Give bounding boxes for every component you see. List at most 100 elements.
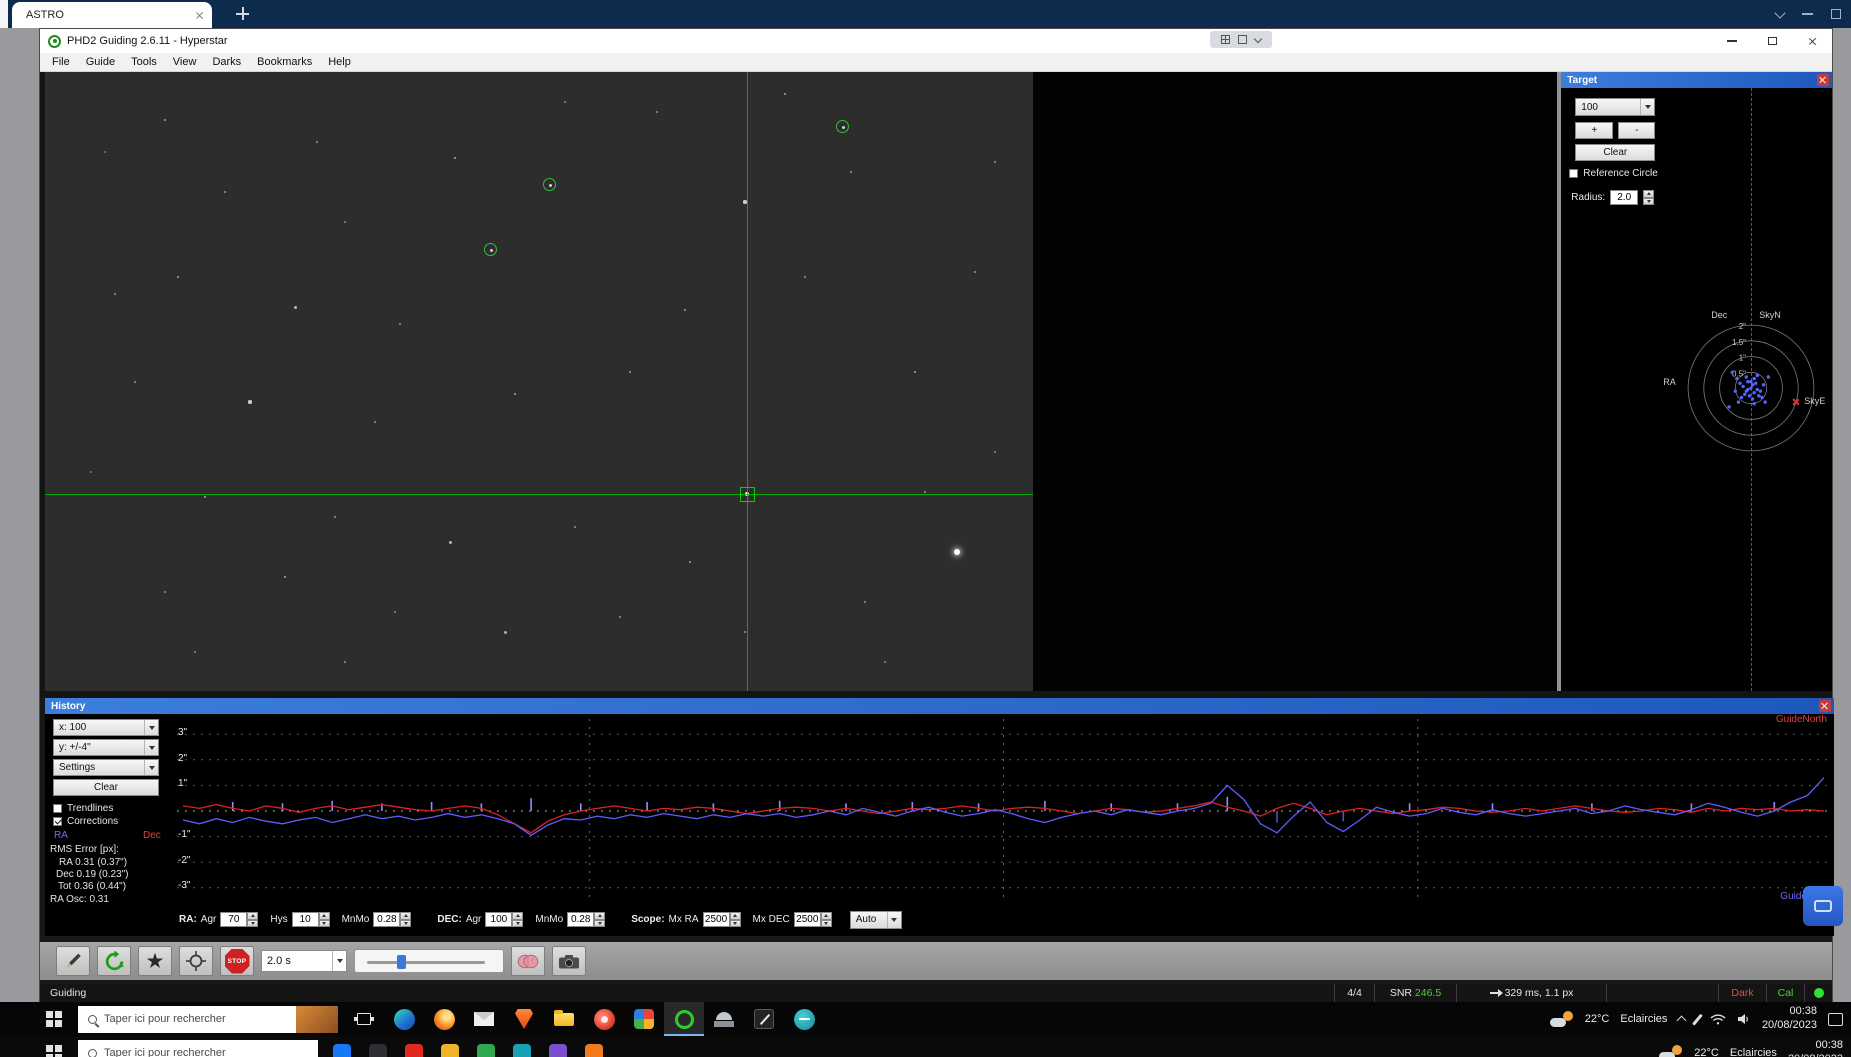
radius-spinner[interactable] [1643,190,1655,205]
target-zoom-in-button[interactable]: + [1575,122,1614,139]
mail-icon[interactable] [464,1002,504,1036]
phd2-titlebar: PHD2 Guiding 2.6.11 - Hyperstar [40,29,1832,53]
tabbar-minimize-icon[interactable] [1802,13,1813,15]
menu-help[interactable]: Help [320,56,359,68]
weather-temp[interactable]: 22°C [1585,1013,1610,1025]
gamma-slider[interactable] [354,949,504,973]
ytick-3: 3" [178,727,188,738]
target-pane-header[interactable]: Target [1561,72,1832,88]
exposure-select[interactable]: 2.0 s [261,950,347,972]
firefox-icon[interactable] [424,1002,464,1036]
menu-bookmarks[interactable]: Bookmarks [249,56,320,68]
notification-icon[interactable] [1828,1012,1843,1026]
graph-yscale-select[interactable]: y: +/-4" [53,739,159,756]
phd2-icon[interactable] [664,1002,704,1036]
guide-camera-view[interactable] [45,72,1033,691]
dec-series-label[interactable]: Dec [143,830,161,841]
speaker-icon[interactable] [1737,1013,1751,1025]
crosshair-horizontal [45,494,1033,495]
green-app-icon[interactable] [468,1036,504,1057]
new-tab-icon[interactable] [236,7,250,21]
guide-graph: 3" 2" 1" -1" -2" -3" GuideNorth GuideEas… [175,713,1832,903]
start-button[interactable] [30,1036,78,1057]
camera-settings-button[interactable] [552,946,586,976]
red-swirl-icon[interactable] [584,1002,624,1036]
touch-keyboard-button[interactable] [1803,886,1843,926]
history-pane-header[interactable]: History [45,698,1834,714]
menu-view[interactable]: View [165,56,205,68]
chevron-down-icon[interactable] [1253,34,1263,43]
taskbar-search[interactable]: Taper ici pour rechercher [78,1039,318,1057]
menu-darks[interactable]: Darks [204,56,249,68]
weather-icon[interactable] [1549,1010,1574,1028]
slider-track [367,960,485,964]
close-button[interactable] [1792,29,1832,53]
menu-guide[interactable]: Guide [78,56,123,68]
guide-north-label: GuideNorth [1775,714,1827,725]
graph-xscale-select[interactable]: x: 100 [53,719,159,736]
maximize-button[interactable] [1752,29,1792,53]
star [503,630,507,634]
slider-thumb[interactable] [397,955,406,969]
reference-circle-checkbox[interactable] [1569,169,1579,178]
radius-label: Radius: [1571,192,1606,203]
connect-equipment-button[interactable] [56,946,90,976]
task-view-icon[interactable] [344,1002,384,1036]
auto-select-star-button[interactable] [138,946,172,976]
weather-condition[interactable]: Eclaircies [1620,1013,1667,1025]
explorer-icon[interactable] [544,1002,584,1036]
crosshair-vertical [747,72,748,691]
orange-app-icon[interactable] [576,1036,612,1057]
target-zoom-select[interactable]: 100 [1575,98,1656,116]
menu-file[interactable]: File [44,56,78,68]
guide-button[interactable] [179,946,213,976]
history-pane-title: History [51,700,86,712]
trendlines-checkbox[interactable] [53,804,62,813]
target-clear-button[interactable]: Clear [1575,144,1656,161]
teal-app-icon[interactable] [784,1002,824,1036]
brain-button[interactable] [511,946,545,976]
search-highlight-image[interactable] [296,1005,338,1033]
dark-app-icon[interactable] [360,1036,396,1057]
edge-icon[interactable] [384,1002,424,1036]
tabbar-expand-icon[interactable] [1831,9,1841,19]
teal-app-icon[interactable] [504,1036,540,1057]
red-app-icon[interactable] [396,1036,432,1057]
radius-input[interactable] [1610,190,1639,205]
star [923,490,927,494]
corrections-checkbox[interactable] [53,817,62,826]
pen-app-icon[interactable] [744,1002,784,1036]
violet-app-icon[interactable] [540,1036,576,1057]
chevron-down-icon[interactable] [1774,6,1786,19]
photos-icon[interactable] [624,1002,664,1036]
graph-clear-button[interactable]: Clear [53,779,159,796]
blue-app-icon[interactable] [324,1036,360,1057]
pen-icon[interactable] [1692,1013,1703,1025]
wifi-icon[interactable] [1710,1013,1726,1025]
minimize-button[interactable] [1712,29,1752,53]
fullscreen-icon[interactable] [1238,35,1247,44]
taskbar-clock[interactable]: 00:38 20/08/2023 [1762,1005,1817,1033]
ra-series-label[interactable]: RA [54,830,68,841]
browser-tab-astro[interactable]: ASTRO [12,2,212,28]
graph-settings-select[interactable]: Settings [53,759,159,776]
start-button[interactable] [30,1002,78,1036]
ra-hysteresis-field [291,912,330,927]
yellow-app-icon[interactable] [432,1036,468,1057]
taskbar-search[interactable]: Taper ici pour rechercher [78,1005,338,1033]
dome-icon[interactable] [704,1002,744,1036]
target-close-icon[interactable] [1817,74,1829,86]
menu-tools[interactable]: Tools [123,56,165,68]
tab-close-icon[interactable] [195,11,204,20]
brain-icon [517,954,539,968]
stop-button[interactable]: STOP [220,946,254,976]
overlay-toolbar[interactable] [1210,31,1272,48]
dec-guide-mode-select[interactable]: Auto [849,910,902,929]
tray-chevron-up-icon[interactable] [1676,1015,1687,1026]
grid-icon[interactable] [1221,35,1230,44]
brave-icon[interactable] [504,1002,544,1036]
loop-exposures-button[interactable] [97,946,131,976]
ytick-neg3: -3" [178,880,191,891]
target-zoom-out-button[interactable]: - [1618,122,1656,139]
history-close-icon[interactable] [1819,700,1831,712]
